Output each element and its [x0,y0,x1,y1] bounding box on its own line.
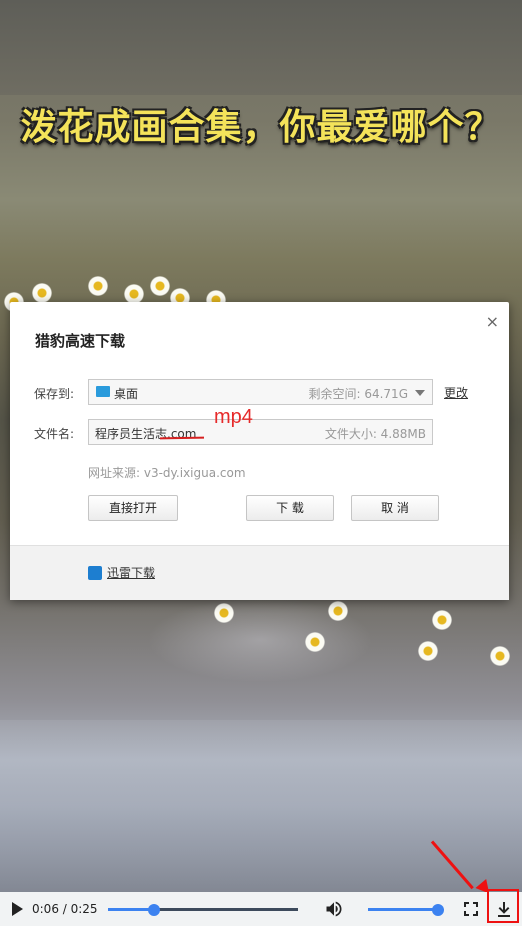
seek-bar-fill [108,908,154,911]
save-location-select[interactable]: 桌面 剩余空间: 64.71G [88,379,433,405]
filename-value: 程序员生活志.com [95,427,197,441]
change-location-link[interactable]: 更改 [444,384,468,401]
player-controls: 0:06 / 0:25 [0,892,522,926]
chevron-down-icon[interactable] [415,390,425,396]
play-icon[interactable] [12,902,23,916]
video-caption: 泼花成画合集，你最爱哪个？ [20,107,502,148]
cancel-button[interactable]: 取 消 [351,495,439,521]
flower [328,601,348,621]
volume-slider-fill [368,908,438,911]
time-display: 0:06 / 0:25 [32,902,98,916]
flower [88,276,108,296]
xunlei-download-link[interactable]: 迅雷下载 [107,564,155,581]
close-button[interactable]: × [486,312,499,331]
download-button[interactable]: 下 载 [246,495,334,521]
download-dialog: 猎豹高速下载 × 保存到: 桌面 剩余空间: 64.71G 更改 文件名: 程序… [10,302,509,600]
source-url-text: 网址来源: v3-dy.ixigua.com [88,466,246,480]
flower [432,610,452,630]
save-location-value: 桌面 [114,387,139,401]
xunlei-icon [88,566,102,580]
filename-label: 文件名: [34,427,75,441]
folder-icon [96,386,110,397]
open-direct-button[interactable]: 直接打开 [88,495,178,521]
dialog-footer: 迅雷下载 [10,545,509,600]
volume-knob[interactable] [432,904,444,916]
flower [490,646,510,666]
flower [214,603,234,623]
flower [418,641,438,661]
fullscreen-icon[interactable] [463,901,479,917]
free-space-text: 剩余空间: 64.71G [308,387,408,401]
volume-icon[interactable] [324,899,344,919]
seek-knob[interactable] [147,904,160,916]
flower [150,276,170,296]
filename-input[interactable]: 程序员生活志.com 文件大小: 4.88MB [88,419,433,445]
flower [124,284,144,304]
download-highlight-box [487,889,519,923]
annotation-text: mp4 [214,406,253,428]
video-bottom-blur [0,720,522,892]
save-to-label: 保存到: [34,387,75,401]
dialog-title: 猎豹高速下载 [35,332,126,350]
file-size-text: 文件大小: 4.88MB [324,427,426,441]
video-top-band [0,0,522,95]
flower [305,632,325,652]
flower [32,283,52,303]
